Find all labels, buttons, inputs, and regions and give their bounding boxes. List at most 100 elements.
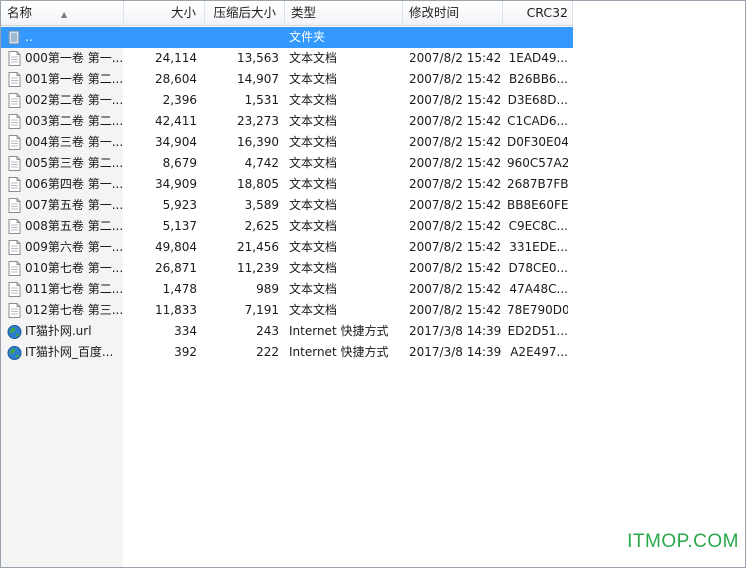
file-name: IT猫扑网.url: [25, 324, 92, 338]
column-header-packed-size[interactable]: 压缩后大小: [205, 1, 285, 25]
file-name: 007第五卷 第一...: [25, 198, 123, 212]
text-file-icon: [8, 51, 21, 66]
file-type: Internet 快捷方式: [289, 345, 389, 359]
file-size: 334: [174, 324, 197, 338]
file-crc32: 2687B7FB: [507, 177, 568, 191]
file-packed-size: 18,805: [237, 177, 279, 191]
file-type: 文本文档: [289, 240, 338, 254]
column-header-packed-size-label: 压缩后大小: [213, 5, 276, 20]
watermark-text: ITMOP.COM: [627, 531, 739, 552]
file-packed-size: 243: [256, 324, 279, 338]
file-row[interactable]: 002第二卷 第一... 2,396 1,531 文本文档 2007/8/2 15:42…: [1, 90, 573, 111]
file-modified-time: 2007/8/2 15:42: [409, 177, 502, 191]
file-size: 11,833: [155, 303, 197, 317]
column-header-crc32-label: CRC32: [526, 5, 568, 20]
file-row[interactable]: IT猫扑网.url 334 243 Internet 快捷方式 2017/3/8 14:…: [1, 321, 573, 342]
file-size: 34,909: [155, 177, 197, 191]
file-row[interactable]: 009第六卷 第一... 49,804 21,456 文本文档 2007/8/2 15:…: [1, 237, 573, 258]
file-crc32: 1EAD49...: [508, 51, 568, 65]
file-row[interactable]: IT猫扑网_百度... 392 222 Internet 快捷方式 2017/3/8 1…: [1, 342, 573, 363]
column-header-crc32[interactable]: CRC32: [503, 1, 573, 25]
file-packed-size: 989: [256, 282, 279, 296]
file-name: 003第二卷 第二...: [25, 114, 123, 128]
file-row[interactable]: 006第四卷 第一... 34,909 18,805 文本文档 2007/8/2 15:…: [1, 174, 573, 195]
file-size: 42,411: [155, 114, 197, 128]
file-row[interactable]: 007第五卷 第一... 5,923 3,589 文本文档 2007/8/2 15:42…: [1, 195, 573, 216]
text-file-icon: [8, 240, 21, 255]
file-row[interactable]: 001第一卷 第二... 28,604 14,907 文本文档 2007/8/2 15:…: [1, 69, 573, 90]
file-type: 文本文档: [289, 114, 338, 128]
column-header-bar: 名称 ▲ 大小 压缩后大小 类型 修改时间 CRC32: [1, 1, 573, 26]
file-modified-time: 2007/8/2 15:42: [409, 72, 502, 86]
file-name: 010第七卷 第一...: [25, 261, 123, 275]
file-size: 49,804: [155, 240, 197, 254]
file-size: 2,396: [162, 93, 197, 107]
column-header-modified[interactable]: 修改时间: [403, 1, 503, 25]
text-file-icon: [8, 177, 21, 192]
internet-shortcut-icon: [7, 346, 22, 360]
text-file-icon: [8, 219, 21, 234]
file-packed-size: 2,625: [244, 219, 279, 233]
file-row[interactable]: 012第七卷 第三... 11,833 7,191 文本文档 2007/8/2 15:4…: [1, 300, 573, 321]
file-row[interactable]: 010第七卷 第一... 26,871 11,239 文本文档 2007/8/2 15:…: [1, 258, 573, 279]
file-crc32: A2E497...: [510, 345, 568, 359]
file-name: 005第三卷 第二...: [25, 156, 123, 170]
text-file-icon: [8, 93, 21, 108]
file-packed-size: 23,273: [237, 114, 279, 128]
file-type: 文本文档: [289, 282, 338, 296]
file-row[interactable]: 000第一卷 第一... 24,114 13,563 文本文档 2007/8/2 15:…: [1, 48, 573, 69]
column-header-name[interactable]: 名称 ▲: [1, 1, 124, 25]
text-file-icon: [8, 114, 21, 129]
text-file-icon: [8, 198, 21, 213]
file-crc32: D3E68D...: [507, 93, 568, 107]
file-row[interactable]: 003第二卷 第二... 42,411 23,273 文本文档 2007/8/2 15:…: [1, 111, 573, 132]
file-size: 28,604: [155, 72, 197, 86]
file-row[interactable]: 008第五卷 第二... 5,137 2,625 文本文档 2007/8/2 15:42…: [1, 216, 573, 237]
file-crc32: 960C57A2: [507, 156, 568, 170]
file-size: 8,679: [162, 156, 197, 170]
file-packed-size: 13,563: [237, 51, 279, 65]
file-type: 文本文档: [289, 51, 338, 65]
file-name: 001第一卷 第二...: [25, 72, 123, 86]
file-type: 文本文档: [289, 198, 338, 212]
column-header-type-label: 类型: [291, 5, 317, 20]
file-row[interactable]: 005第三卷 第二... 8,679 4,742 文本文档 2007/8/2 15:42…: [1, 153, 573, 174]
file-modified-time: 2007/8/2 15:42: [409, 114, 502, 128]
column-header-name-label: 名称: [7, 5, 33, 20]
file-type: Internet 快捷方式: [289, 324, 389, 338]
file-crc32: D78CE0...: [508, 261, 568, 275]
file-crc32: ED2D51...: [507, 324, 568, 338]
file-name: 000第一卷 第一...: [25, 51, 123, 65]
archive-file-list-window: 名称 ▲ 大小 压缩后大小 类型 修改时间 CRC32 .. 文件夹 000第一…: [0, 0, 746, 568]
file-name: 012第七卷 第三...: [25, 303, 123, 317]
file-row[interactable]: 004第三卷 第一... 34,904 16,390 文本文档 2007/8/2 15:…: [1, 132, 573, 153]
file-modified-time: 2007/8/2 15:42: [409, 51, 502, 65]
column-header-size[interactable]: 大小: [124, 1, 205, 25]
file-crc32: D0F30E04: [507, 135, 568, 149]
text-file-icon: [8, 261, 21, 276]
text-file-icon: [8, 72, 21, 87]
file-crc32: 78E790D0: [507, 303, 568, 317]
file-packed-size: 21,456: [237, 240, 279, 254]
file-type: 文本文档: [289, 219, 338, 233]
file-crc32: B26BB6...: [508, 72, 568, 86]
file-packed-size: 11,239: [237, 261, 279, 275]
file-modified-time: 2007/8/2 15:42: [409, 93, 502, 107]
file-packed-size: 14,907: [237, 72, 279, 86]
file-size: 34,904: [155, 135, 197, 149]
column-header-type[interactable]: 类型: [285, 1, 403, 25]
text-file-icon: [8, 156, 21, 171]
file-packed-size: 4,742: [244, 156, 279, 170]
file-type: 文本文档: [289, 135, 338, 149]
file-type: 文本文档: [289, 261, 338, 275]
parent-folder-row[interactable]: .. 文件夹: [1, 27, 573, 48]
text-file-icon: [8, 135, 21, 150]
file-crc32: 47A48C...: [509, 282, 568, 296]
file-modified-time: 2017/3/8 14:39: [409, 345, 502, 359]
file-row[interactable]: 011第七卷 第二... 1,478 989 文本文档 2007/8/2 15:42 47…: [1, 279, 573, 300]
file-name: IT猫扑网_百度...: [25, 345, 114, 359]
file-name: 011第七卷 第二...: [25, 282, 123, 296]
text-file-icon: [8, 303, 21, 318]
file-packed-size: 3,589: [244, 198, 279, 212]
file-crc32: BB8E60FE: [507, 198, 568, 212]
